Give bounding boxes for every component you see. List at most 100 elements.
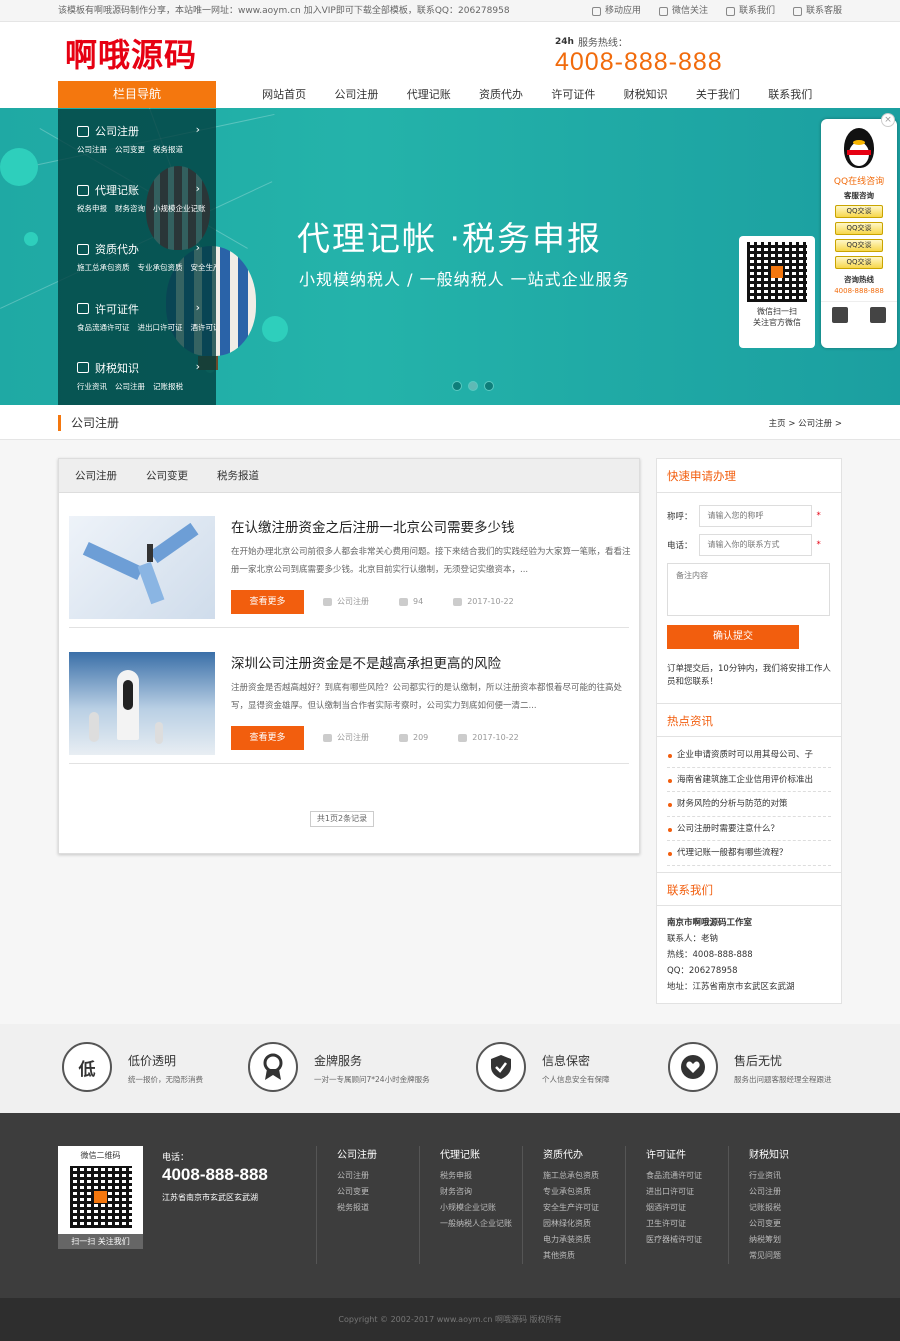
nav-contact[interactable]: 联系我们 (754, 86, 826, 102)
list-item[interactable]: 企业申请资质时可以用其母公司、子 (667, 743, 831, 768)
feature-strip: 低 低价透明 统一报价，无隐形消费 金牌服务 一对一专属顾问7*24小时金牌服务… (0, 1024, 900, 1113)
qr-code-image (69, 1166, 132, 1228)
banner-pager (452, 381, 494, 391)
qr-code-image (747, 242, 807, 302)
shield-icon (476, 1042, 526, 1092)
mobile-icon (591, 6, 601, 16)
site-logo[interactable]: 啊哦源码 (65, 30, 197, 76)
header: 啊哦源码 24h 服务热线： 4008-888-888 (0, 22, 900, 80)
article-thumbnail[interactable] (69, 652, 215, 755)
read-more-button[interactable]: 查看更多 (231, 590, 304, 614)
top-link-mobile[interactable]: 移动应用 (591, 0, 641, 22)
pager-dot[interactable] (452, 381, 462, 391)
name-label: 称呼： (667, 512, 693, 522)
qq-hotline-number: 4008-888-888 (834, 287, 884, 295)
tab-company-change[interactable]: 公司变更 (146, 459, 188, 492)
chevron-right-icon: › (195, 182, 200, 196)
article-title[interactable]: 深圳公司注册资金是不是越高承担更高的风险 (231, 652, 501, 672)
qq-chat-button[interactable]: QQ交谈 (835, 256, 883, 269)
tag-icon (323, 733, 332, 742)
breadcrumb: 公司注册 主页 > 公司注册 > (0, 405, 900, 440)
star-icon (399, 733, 408, 742)
banner-subtitle: 小规模纳税人 / 一般纳税人 一站式企业服务 (299, 270, 630, 289)
chevron-right-icon: › (195, 359, 200, 373)
nav-about[interactable]: 关于我们 (682, 86, 754, 102)
sidenav-item-company-register[interactable]: 公司注册 › 公司注册 公司变更 税务报道 (58, 109, 216, 168)
edit-icon (77, 184, 89, 196)
article-thumbnail[interactable] (69, 516, 215, 619)
pagination: 共1页2条记录 (310, 811, 374, 827)
wechat-icon (658, 6, 668, 16)
phone-icon (725, 6, 735, 16)
qq-service-label: 客服咨询 (844, 191, 874, 200)
company-name: 南京市啊哦源码工作室 (667, 917, 753, 928)
sidenav-item-qualification[interactable]: 资质代办 › 施工总承包资质专业承包资质安全生产许可证 (58, 227, 216, 286)
sidenav-item-bookkeeping[interactable]: 代理记账 › 税务申报 财务咨询 小规模企业记账 (58, 168, 216, 227)
breadcrumb-path[interactable]: 主页 > 公司注册 > (769, 417, 842, 429)
list-item[interactable]: 公司注册时需要注意什么？ (667, 817, 831, 841)
name-input[interactable]: 请输入您的称呼 (698, 505, 812, 527)
qq-online-panel: × QQ在线咨询 客服咨询 QQ交谈 QQ交谈 QQ交谈 QQ交谈 咨询热线 4… (821, 113, 897, 348)
qq-hotline-label: 咨询热线 (844, 275, 874, 284)
back-to-top-icon[interactable] (870, 307, 886, 323)
pager-dot[interactable] (484, 381, 494, 391)
24h-icon: 24h (555, 36, 574, 47)
footer-col: 许可证件 食品流通许可证 进出口许可证 烟酒许可证 卫生许可证 医疗器械许可证 (625, 1146, 702, 1264)
article-title[interactable]: 在认缴注册资金之后注册一北京公司需要多少钱 (231, 516, 515, 536)
nav-column-title: 栏目导航 (58, 81, 216, 108)
sidenav-item-license[interactable]: 许可证件 › 食品流通许可证进出口许可证酒许可证 (58, 287, 216, 346)
article-item: 在认缴注册资金之后注册一北京公司需要多少钱 在开始办理北京公司前很多人都会非常关… (69, 504, 631, 628)
low-price-icon: 低 (62, 1042, 112, 1092)
star-icon (399, 597, 408, 606)
certificate-icon (77, 243, 89, 255)
note-textarea[interactable]: 备注内容 (667, 563, 830, 616)
phone-label: 电话： (667, 541, 693, 551)
tab-company-register[interactable]: 公司注册 (75, 459, 117, 492)
footer-col: 代理记账 税务申报 财务咨询 小规模企业记账 一般纳税人企业记账 (419, 1146, 512, 1264)
pager-dot-active[interactable] (468, 381, 478, 391)
list-item[interactable]: 海南省建筑施工企业信用评价标准出 (667, 768, 831, 792)
heart-icon (668, 1042, 718, 1092)
read-more-button[interactable]: 查看更多 (231, 726, 304, 750)
qq-chat-button[interactable]: QQ交谈 (835, 239, 883, 252)
chevron-right-icon: › (195, 300, 200, 314)
qq-chat-button[interactable]: QQ交谈 (835, 222, 883, 235)
list-item[interactable]: 代理记账一般都有哪些流程？ (667, 841, 831, 866)
phone-input[interactable]: 请输入你的联系方式 (698, 534, 812, 556)
banner-title: 代理记帐 ·税务申报 (297, 219, 602, 258)
sidenav-item-tax[interactable]: 财税知识 › 行业资讯 公司注册 记账报税 (58, 346, 216, 405)
footer-address: 江苏省南京市玄武区玄武湖 (162, 1193, 258, 1202)
wechat-qr-popup: 微信扫一扫 关注官方微信 (739, 236, 815, 348)
article-desc: 在开始办理北京公司前很多人都会非常关心费用问题。接下来结合我们的实践经验为大家算… (231, 547, 631, 575)
qr-scan-label: 扫一扫 关注我们 (58, 1234, 143, 1249)
list-item[interactable]: 财务风险的分析与防范的对策 (667, 792, 831, 817)
contact-title: 联系我们 (657, 871, 841, 906)
top-link-service[interactable]: 联系客服 (792, 0, 842, 22)
medal-icon (248, 1042, 298, 1092)
footer-col: 财税知识 行业资讯 公司注册 记账报税 公司变更 纳税筹划 常见问题 (728, 1146, 789, 1264)
qq-chat-button[interactable]: QQ交谈 (835, 205, 883, 218)
submit-button[interactable]: 确认提交 (667, 625, 799, 649)
footer-contact: 电话： 4008-888-888 江苏省南京市玄武区玄武湖 (162, 1153, 268, 1202)
nav-bookkeeping[interactable]: 代理记账 (393, 86, 465, 102)
site-notice: 该模板有啊哦源码制作分享，本站唯一网址：www.aoym.cn 加入VIP即可下… (58, 6, 510, 16)
article-item: 深圳公司注册资金是不是越高承担更高的风险 注册资金是否越高越好？到底有哪些风险？… (69, 640, 629, 764)
chevron-right-icon: › (195, 241, 200, 255)
chevron-right-icon: › (195, 123, 200, 136)
footer-col: 公司注册 公司注册 公司变更 税务报道 (316, 1146, 377, 1264)
hotline-block: 24h 服务热线： 4008-888-888 (555, 34, 723, 77)
current-section: 公司注册 (58, 415, 119, 431)
close-icon[interactable]: × (881, 113, 895, 127)
nav-tax-knowledge[interactable]: 财税知识 (609, 86, 681, 102)
nav-license[interactable]: 许可证件 (537, 86, 609, 102)
nav-qualification[interactable]: 资质代办 (465, 86, 537, 102)
copyright: Copyright © 2002-2017 www.aoym.cn 啊哦源码 版… (0, 1298, 900, 1341)
nav-home[interactable]: 网站首页 (248, 86, 320, 102)
qr-code-icon[interactable] (832, 307, 848, 323)
top-link-wechat[interactable]: 微信关注 (658, 0, 708, 22)
tab-tax-report[interactable]: 税务报道 (217, 459, 259, 492)
main-nav: 栏目导航 网站首页 公司注册 代理记账 资质代办 许可证件 财税知识 关于我们 … (0, 80, 900, 108)
article-desc: 注册资金是否越高越好？到底有哪些风险？公司都实行的是认缴制，所以注册资本都恨着尽… (231, 683, 623, 711)
top-link-contact[interactable]: 联系我们 (725, 0, 775, 22)
nav-company-register[interactable]: 公司注册 (320, 86, 392, 102)
